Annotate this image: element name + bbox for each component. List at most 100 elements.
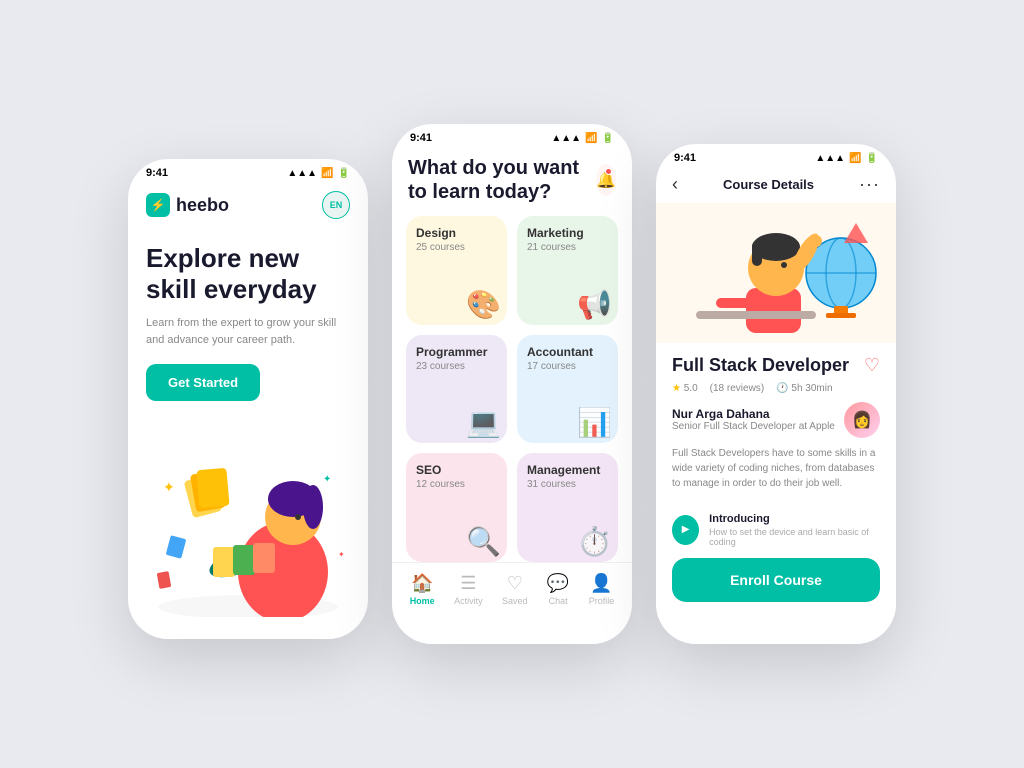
- course-detail-title: Course Details: [723, 177, 814, 192]
- nav-saved-label: Saved: [502, 596, 528, 606]
- category-accountant[interactable]: Accountant 17 courses 📊: [517, 335, 618, 444]
- signal-icon-2: ▲▲▲: [551, 133, 581, 144]
- status-bar-1: 9:41 ▲▲▲ 📶 🔋: [128, 159, 368, 183]
- phone1-header: ⚡ heebo EN: [128, 183, 368, 227]
- course-description: Full Stack Developers have to some skill…: [672, 446, 880, 491]
- status-bar-2: 9:41 ▲▲▲ 📶 🔋: [392, 124, 632, 148]
- instructor-name: Nur Arga Dahana: [672, 407, 835, 421]
- category-marketing-icon: 📢: [577, 288, 612, 321]
- home-icon: 🏠: [411, 573, 433, 594]
- battery-icon-2: 🔋: [602, 133, 614, 144]
- category-accountant-label: Accountant: [527, 345, 608, 359]
- back-button[interactable]: ‹: [672, 174, 678, 195]
- wifi-icon-3: 📶: [849, 153, 861, 164]
- nav-profile[interactable]: 👤 Profile: [589, 573, 615, 606]
- language-badge[interactable]: EN: [322, 191, 350, 219]
- reviews-count: (18 reviews): [710, 383, 765, 394]
- star-icon: ★ 5.0: [672, 383, 698, 394]
- category-management-count: 31 courses: [527, 479, 608, 490]
- saved-icon: ♡: [507, 573, 523, 594]
- signal-icon: ▲▲▲: [287, 168, 317, 179]
- category-seo-count: 12 courses: [416, 479, 497, 490]
- enroll-bar: Enroll Course: [656, 548, 896, 618]
- lesson-desc-1: How to set the device and learn basic of…: [709, 527, 880, 547]
- notification-dot: [605, 168, 612, 175]
- battery-icon: 🔋: [338, 168, 350, 179]
- signal-icon-3: ▲▲▲: [815, 153, 845, 164]
- nav-chat-label: Chat: [549, 596, 568, 606]
- chat-icon: 💬: [547, 573, 569, 594]
- nav-saved[interactable]: ♡ Saved: [502, 573, 528, 606]
- phone1-hero: Explore new skill everyday Learn from th…: [128, 227, 368, 409]
- nav-home-label: Home: [410, 596, 435, 606]
- logo-text: heebo: [176, 195, 229, 216]
- nav-chat[interactable]: 💬 Chat: [547, 573, 569, 606]
- category-design-label: Design: [416, 226, 497, 240]
- category-marketing[interactable]: Marketing 21 courses 📢: [517, 216, 618, 325]
- category-design-icon: 🎨: [466, 288, 501, 321]
- battery-icon-3: 🔋: [866, 153, 878, 164]
- duration: 🕐 5h 30min: [776, 383, 832, 394]
- category-programmer-label: Programmer: [416, 345, 497, 359]
- category-management-icon: ⏱️: [577, 525, 612, 558]
- svg-text:✦: ✦: [163, 479, 175, 495]
- category-seo-label: SEO: [416, 463, 497, 477]
- hero-subtitle: Learn from the expert to grow your skill…: [146, 315, 350, 348]
- category-design-count: 25 courses: [416, 242, 497, 253]
- logo: ⚡ heebo: [146, 193, 229, 217]
- nav-activity[interactable]: ☰ Activity: [454, 573, 483, 606]
- more-options-button[interactable]: ···: [859, 174, 880, 195]
- wifi-icon: 📶: [321, 168, 333, 179]
- phone-home: 9:41 ▲▲▲ 📶 🔋 What do you want to learn t…: [392, 124, 632, 644]
- category-marketing-label: Marketing: [527, 226, 608, 240]
- category-accountant-count: 17 courses: [527, 361, 608, 372]
- play-button-1[interactable]: ▶: [672, 515, 699, 545]
- signal-icons-3: ▲▲▲ 📶 🔋: [815, 153, 878, 164]
- bottom-navigation: 🏠 Home ☰ Activity ♡ Saved 💬 Chat 👤: [392, 562, 632, 618]
- course-meta: ★ 5.0 (18 reviews) 🕐 5h 30min: [672, 383, 880, 394]
- phone2-header: What do you want to learn today? 🔔: [392, 148, 632, 216]
- time-1: 9:41: [146, 167, 168, 179]
- favorite-button[interactable]: ♡: [864, 355, 880, 376]
- phone-onboarding: 9:41 ▲▲▲ 📶 🔋 ⚡ heebo EN Explore new skil…: [128, 159, 368, 639]
- hero-illustration: ✦ ✦ ✦: [128, 417, 368, 617]
- svg-text:✦: ✦: [323, 474, 331, 485]
- category-seo[interactable]: SEO 12 courses 🔍: [406, 453, 507, 562]
- category-seo-icon: 🔍: [466, 525, 501, 558]
- category-management-label: Management: [527, 463, 608, 477]
- phone-course-detail: 9:41 ▲▲▲ 📶 🔋 ‹ Course Details ···: [656, 144, 896, 644]
- lesson-title-1: Introducing: [709, 513, 880, 525]
- phone2-content: What do you want to learn today? 🔔 Desig…: [392, 148, 632, 618]
- time-2: 9:41: [410, 132, 432, 144]
- category-marketing-count: 21 courses: [527, 242, 608, 253]
- signal-icons-2: ▲▲▲ 📶 🔋: [551, 133, 614, 144]
- logo-icon: ⚡: [146, 193, 170, 217]
- illustration-svg: ✦ ✦ ✦: [128, 417, 368, 617]
- signal-icons-1: ▲▲▲ 📶 🔋: [287, 168, 350, 179]
- nav-activity-label: Activity: [454, 596, 483, 606]
- course-banner: [656, 203, 896, 343]
- status-bar-3: 9:41 ▲▲▲ 📶 🔋: [656, 144, 896, 168]
- time-3: 9:41: [674, 152, 696, 164]
- svg-text:✦: ✦: [338, 550, 345, 559]
- category-programmer[interactable]: Programmer 23 courses 💻: [406, 335, 507, 444]
- nav-home[interactable]: 🏠 Home: [410, 573, 435, 606]
- phones-container: 9:41 ▲▲▲ 📶 🔋 ⚡ heebo EN Explore new skil…: [98, 84, 926, 684]
- course-info: Full Stack Developer ♡ ★ 5.0 (18 reviews…: [656, 343, 896, 505]
- enroll-button[interactable]: Enroll Course: [672, 558, 880, 602]
- phone3-header: ‹ Course Details ···: [656, 168, 896, 203]
- category-accountant-icon: 📊: [577, 406, 612, 439]
- course-title: Full Stack Developer: [672, 355, 856, 377]
- category-design[interactable]: Design 25 courses 🎨: [406, 216, 507, 325]
- course-instructor: Nur Arga Dahana Senior Full Stack Develo…: [672, 402, 880, 438]
- course-title-row: Full Stack Developer ♡: [672, 355, 880, 377]
- profile-icon: 👤: [590, 573, 612, 594]
- notification-button[interactable]: 🔔: [596, 164, 616, 196]
- phone3-content: ‹ Course Details ···: [656, 168, 896, 618]
- lesson-info-1: Introducing How to set the device and le…: [709, 513, 880, 547]
- hero-title: Explore new skill everyday: [146, 243, 350, 305]
- categories-grid: Design 25 courses 🎨 Marketing 21 courses…: [392, 216, 632, 562]
- instructor-avatar: 👩: [844, 402, 880, 438]
- get-started-button[interactable]: Get Started: [146, 364, 260, 401]
- category-management[interactable]: Management 31 courses ⏱️: [517, 453, 618, 562]
